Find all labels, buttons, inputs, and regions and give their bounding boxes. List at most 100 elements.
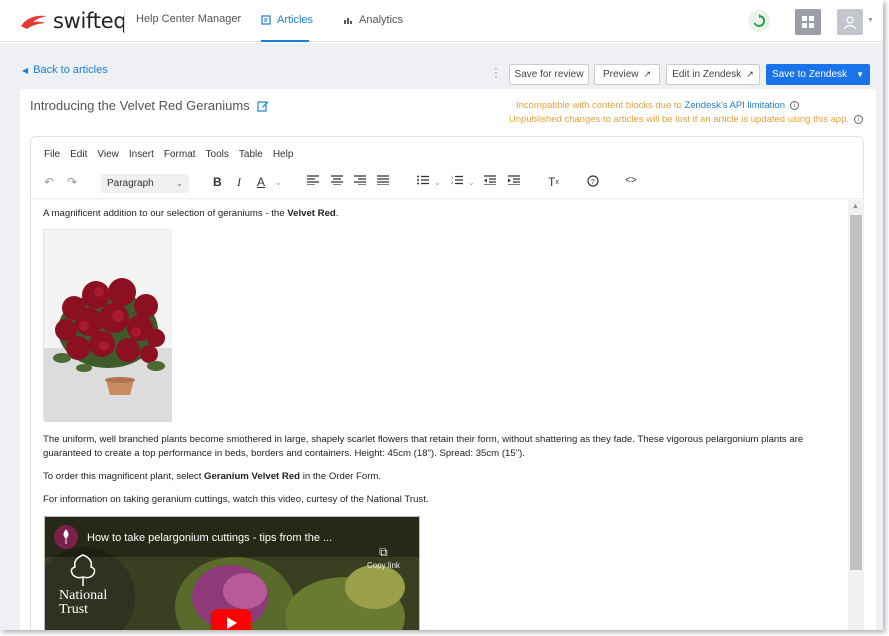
video-title[interactable]: How to take pelargonium cuttings - tips … [87, 531, 332, 545]
back-to-articles-link[interactable]: ◀ Back to articles [22, 64, 108, 76]
sync-icon[interactable] [748, 10, 770, 32]
preview-label: Preview [602, 69, 639, 80]
article-title: Introducing the Velvet Red Geraniums [30, 98, 269, 113]
national-trust-logo: National Trust [59, 588, 108, 617]
tab-analytics-label: Analytics [359, 14, 404, 26]
chevron-down-icon[interactable]: ⌄ [468, 178, 475, 187]
warning-text: Unpublished changes to articles will be … [508, 114, 849, 125]
menu-insert[interactable]: Insert [129, 149, 154, 160]
user-icon [844, 16, 856, 29]
order-product-bold: Geranium Velvet Red [204, 471, 301, 482]
editor-menubar: File Edit View Insert Format Tools Table… [44, 149, 303, 160]
svg-text:?: ? [591, 179, 595, 186]
numbered-list-icon[interactable]: 12 [451, 175, 463, 185]
nav-divider [124, 10, 125, 34]
menu-view[interactable]: View [97, 149, 119, 160]
preview-button[interactable]: Preview ↗ [594, 64, 660, 85]
menu-edit[interactable]: Edit [70, 149, 87, 160]
national-trust-channel-icon[interactable] [54, 525, 78, 549]
redo-icon[interactable]: ↷ [67, 175, 77, 189]
copy-link-button[interactable]: ⧉ Copy link [367, 545, 400, 573]
align-right-icon[interactable] [354, 175, 366, 185]
undo-icon[interactable]: ↶ [44, 175, 54, 189]
description-paragraph: The uniform, well branched plants become… [43, 434, 804, 459]
content-blocks-warning: Incompatible with content blocks due to … [516, 100, 799, 111]
outdent-icon[interactable] [484, 175, 496, 185]
swifteq-logo[interactable]: swifteq [19, 9, 127, 33]
menu-table[interactable]: Table [239, 149, 263, 160]
edit-in-zendesk-button[interactable]: Edit in Zendesk ↗ [666, 64, 760, 85]
velvet-red-bold: Velvet Red [287, 208, 336, 219]
indent-icon[interactable] [508, 175, 520, 185]
help-icon[interactable]: ? [587, 175, 599, 187]
toolbar-divider [31, 198, 863, 200]
menu-tools[interactable]: Tools [206, 149, 229, 160]
tab-articles-label: Articles [277, 14, 314, 26]
geranium-image[interactable] [43, 229, 172, 422]
copy-icon: ⧉ [379, 545, 388, 559]
info-icon[interactable]: i [790, 101, 799, 110]
save-to-zendesk-button[interactable]: Save to Zendesk ▼ [766, 64, 870, 85]
chevron-down-icon: ⌄ [176, 179, 183, 188]
copy-link-label: Copy link [367, 561, 400, 570]
play-icon [227, 617, 237, 629]
chevron-left-icon: ◀ [22, 65, 29, 75]
warning-text: Incompatible with content blocks due to [515, 100, 682, 111]
tab-articles[interactable]: Articles [261, 14, 313, 26]
analytics-icon [344, 18, 352, 24]
more-options-icon[interactable]: · · · [493, 64, 499, 83]
tab-analytics[interactable]: Analytics [343, 14, 403, 26]
block-format-select[interactable]: Paragraph ⌄ [101, 174, 189, 193]
external-link-icon: ↗ [746, 69, 754, 79]
scroll-up-arrow-icon[interactable]: ▲ [852, 203, 859, 210]
info-icon[interactable]: i [854, 115, 863, 124]
app-title: Help Center Manager [136, 13, 242, 25]
caret-down-icon: ▼ [856, 70, 864, 79]
save-for-review-label: Save for review [514, 69, 584, 80]
menu-format[interactable]: Format [164, 149, 196, 160]
video-intro-paragraph: For information on taking geranium cutti… [43, 494, 429, 505]
back-label: Back to articles [33, 64, 108, 76]
scrollbar-thumb[interactable] [850, 215, 862, 570]
source-code-icon[interactable]: <> [625, 175, 637, 186]
chevron-down-icon[interactable]: ⌄ [434, 178, 441, 187]
external-link-icon: ↗ [643, 69, 652, 79]
chevron-down-icon[interactable]: ⌄ [275, 178, 282, 187]
menu-file[interactable]: File [44, 149, 60, 160]
align-left-icon[interactable] [307, 175, 319, 185]
editor-scrollbar[interactable]: ▲ [848, 200, 864, 630]
unpublished-warning: Unpublished changes to articles will be … [509, 114, 863, 125]
editor-toolbar: ↶ ↷ Paragraph ⌄ B I A ⌄ ⌄ 12 ⌄ T x ? <> [31, 171, 863, 197]
intro-paragraph: A magnificent addition to our selection … [43, 208, 339, 219]
text-color-icon[interactable]: A [257, 175, 265, 189]
article-title-text: Introducing the Velvet Red Geraniums [30, 98, 250, 113]
align-center-icon[interactable] [331, 175, 343, 185]
top-nav: swifteq Help Center Manager Articles Ana… [0, 0, 883, 42]
chevron-down-icon[interactable]: ▼ [867, 17, 874, 24]
play-button[interactable] [211, 609, 251, 630]
block-format-value: Paragraph [107, 178, 154, 189]
app-window: swifteq Help Center Manager Articles Ana… [0, 0, 883, 630]
bold-icon[interactable]: B [213, 175, 222, 189]
edit-in-zendesk-label: Edit in Zendesk [672, 69, 742, 80]
embedded-video[interactable]: How to take pelargonium cuttings - tips … [44, 516, 420, 630]
save-for-review-button[interactable]: Save for review [509, 64, 589, 85]
clear-format-icon[interactable]: Tx [548, 175, 559, 189]
zendesk-api-link[interactable]: Zendesk's API limitation [684, 100, 785, 111]
order-paragraph: To order this magnificent plant, select … [43, 471, 382, 482]
justify-icon[interactable] [377, 175, 389, 185]
active-tab-indicator [261, 40, 309, 42]
articles-icon [261, 15, 271, 25]
save-to-zendesk-label: Save to Zendesk [772, 69, 848, 80]
oak-leaf-logo-icon [70, 554, 96, 586]
edit-icon[interactable] [257, 100, 269, 112]
logo-text: swifteq [53, 9, 127, 33]
rich-text-editor: File Edit View Insert Format Tools Table… [30, 136, 864, 630]
avatar[interactable] [837, 9, 863, 35]
bullet-list-icon[interactable] [417, 175, 429, 185]
svg-text:2: 2 [451, 180, 454, 185]
italic-icon[interactable]: I [237, 175, 241, 190]
swifteq-logo-icon [21, 15, 47, 29]
apps-grid-icon[interactable] [795, 9, 821, 35]
menu-help[interactable]: Help [273, 149, 294, 160]
